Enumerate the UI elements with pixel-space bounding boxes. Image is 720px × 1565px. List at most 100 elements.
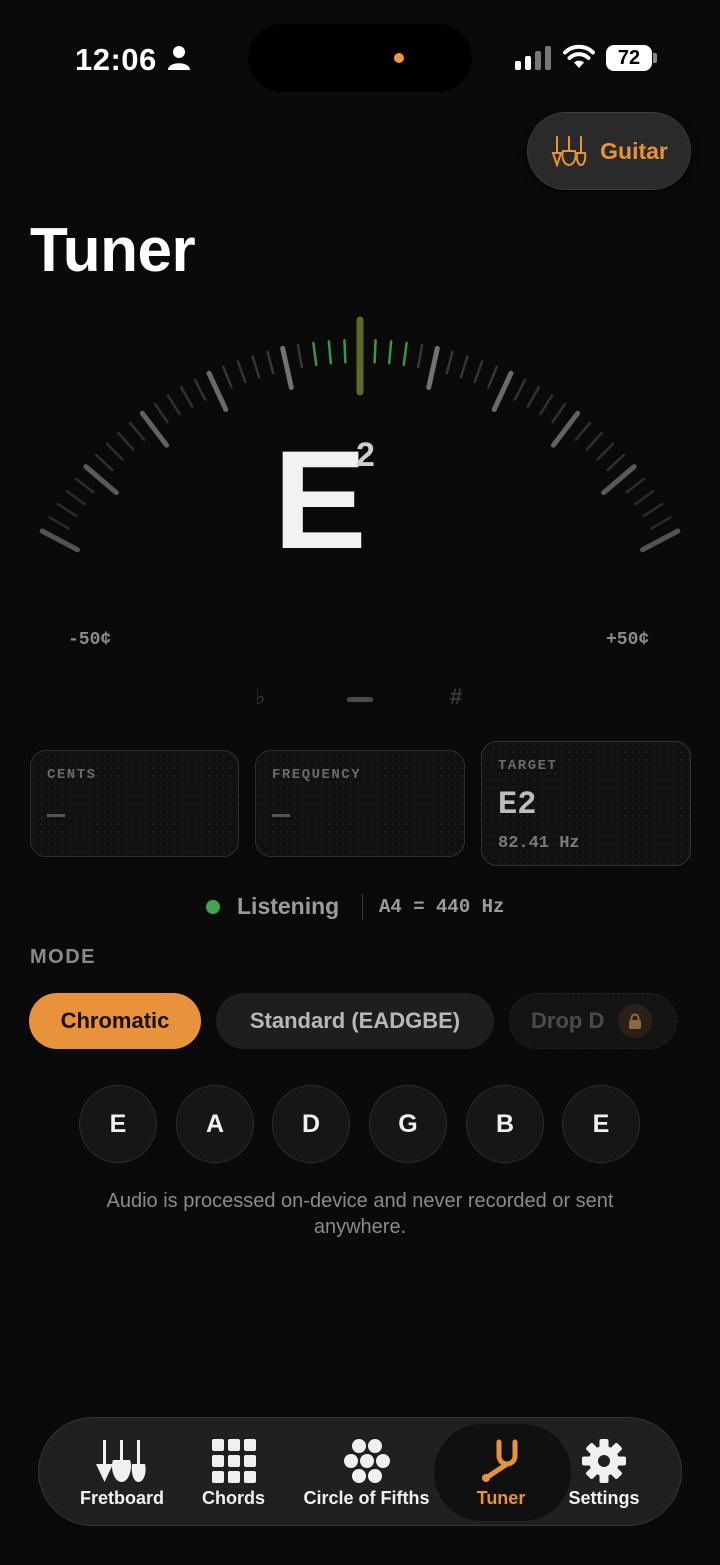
gauge-minor-tick — [526, 386, 540, 408]
gauge-minor-tick — [551, 402, 567, 424]
gauge-minor-tick — [48, 516, 70, 530]
gauge-minor-tick — [327, 340, 333, 365]
tab-chords[interactable]: Chords — [191, 1418, 276, 1527]
listening-status-text: Listening — [237, 893, 340, 919]
string-button-e-low[interactable]: E — [79, 1085, 157, 1163]
frequency-card-label: FREQUENCY — [272, 767, 362, 783]
gauge-minor-tick — [236, 360, 247, 384]
gauge-minor-tick — [266, 350, 275, 375]
status-divider — [362, 894, 363, 920]
gauge-minor-tick — [416, 344, 424, 369]
mode-chip-label: Standard (EADGBE) — [249, 1008, 461, 1033]
gauge-major-tick — [206, 370, 229, 413]
circle-cluster-icon — [343, 1439, 390, 1483]
gauge-minor-tick — [402, 341, 408, 367]
cents-card-value: — — [47, 799, 66, 833]
mode-chip-label: Chromatic — [60, 1008, 170, 1033]
gauge-minor-tick — [74, 477, 95, 494]
cents-min-label: -50¢ — [68, 630, 112, 650]
string-button-g[interactable]: G — [369, 1085, 447, 1163]
mode-section-label: MODE — [30, 946, 96, 968]
gauge-minor-tick — [574, 421, 592, 442]
guitars-icon — [551, 136, 587, 167]
gauge-major-tick — [640, 528, 681, 553]
gauge-major-tick — [280, 345, 294, 390]
gauge-minor-tick — [166, 394, 181, 416]
mode-standard-chip[interactable]: Standard (EADGBE) — [216, 993, 494, 1049]
gauge-minor-tick — [606, 453, 626, 472]
instrument-selector-button[interactable]: Guitar — [527, 112, 691, 190]
gauge-minor-tick — [539, 394, 554, 416]
gauge-minor-tick — [445, 350, 454, 375]
gear-icon — [582, 1439, 626, 1483]
string-button-a[interactable]: A — [176, 1085, 254, 1163]
gauge-minor-tick — [373, 339, 377, 364]
gauge-minor-tick — [296, 344, 304, 369]
gauge-minor-tick — [180, 386, 194, 408]
battery-indicator: 72 — [606, 45, 652, 71]
dynamic-island — [248, 24, 472, 92]
string-button-d[interactable]: D — [272, 1085, 350, 1163]
frequency-card-value: — — [272, 799, 291, 833]
gauge-minor-tick — [650, 516, 672, 530]
mode-drop-d-chip[interactable]: Drop D — [509, 993, 677, 1049]
gauge-minor-tick — [625, 477, 646, 494]
detected-note: E — [273, 421, 367, 578]
target-card: TARGET E2 82.41 Hz — [481, 741, 691, 866]
gauge-minor-tick — [585, 431, 603, 451]
gauge-major-tick — [426, 345, 440, 390]
gauge-minor-tick — [642, 502, 664, 518]
privacy-note: Audio is processed on-device and never r… — [106, 1190, 614, 1238]
gauge-minor-tick — [94, 453, 114, 472]
reference-pitch: A4 = 440 Hz — [379, 896, 505, 918]
gauge-minor-tick — [251, 355, 261, 379]
string-button-e-high[interactable]: E — [562, 1085, 640, 1163]
gauge-major-tick — [39, 528, 80, 553]
gauge-major-tick — [491, 370, 514, 413]
wifi-icon — [563, 44, 595, 68]
status-time: 12:06 — [75, 42, 157, 77]
string-button-b[interactable]: B — [466, 1085, 544, 1163]
gauge-major-tick — [139, 410, 170, 448]
tab-circle-of-fifths[interactable]: Circle of Fifths — [294, 1418, 439, 1527]
listening-status-dot — [206, 900, 220, 914]
gauge-minor-tick — [596, 442, 615, 461]
guitars-icon — [96, 1440, 146, 1482]
gauge-minor-tick — [222, 365, 233, 389]
gauge-minor-tick — [634, 490, 655, 506]
gauge-minor-tick — [343, 339, 347, 364]
bottom-tab-bar: Fretboard Chords Circle of Fifths Tuner … — [38, 1417, 682, 1526]
mode-chip-label: Drop D — [531, 1008, 605, 1033]
mic-indicator-dot — [394, 53, 404, 63]
tab-label: Tuner — [476, 1488, 526, 1508]
person-icon — [168, 46, 190, 70]
target-card-frequency: 82.41 Hz — [498, 834, 580, 853]
tab-fretboard[interactable]: Fretboard — [67, 1418, 177, 1527]
tab-label: Chords — [202, 1488, 265, 1508]
target-card-value: E2 — [498, 786, 537, 823]
gauge-major-tick — [550, 410, 581, 448]
tab-tuner[interactable]: Tuner — [451, 1418, 551, 1527]
tuning-fork-icon — [482, 1439, 518, 1482]
page-title: Tuner — [30, 216, 196, 285]
cellular-signal-icon — [515, 46, 551, 70]
instrument-label: Guitar — [600, 137, 668, 164]
tab-settings[interactable]: Settings — [559, 1418, 649, 1527]
mode-chromatic-chip[interactable]: Chromatic — [29, 993, 201, 1049]
tab-label: Settings — [568, 1488, 640, 1508]
cents-card: CENTS — — [30, 750, 239, 857]
gauge-minor-tick — [153, 402, 169, 424]
sharp-indicator: # — [450, 684, 463, 709]
frequency-card: FREQUENCY — — [255, 750, 465, 857]
status-bar: 12:06 72 — [0, 0, 720, 110]
battery-nub — [653, 53, 657, 63]
gauge-minor-tick — [117, 431, 135, 451]
gauge-minor-tick — [473, 360, 484, 384]
gauge-minor-tick — [459, 355, 469, 379]
gauge-minor-tick — [312, 341, 318, 367]
gauge-minor-tick — [65, 490, 86, 506]
tab-label: Circle of Fifths — [303, 1488, 430, 1508]
gauge-minor-tick — [56, 502, 78, 518]
detected-octave: 2 — [356, 436, 375, 474]
cents-max-label: +50¢ — [606, 630, 650, 650]
